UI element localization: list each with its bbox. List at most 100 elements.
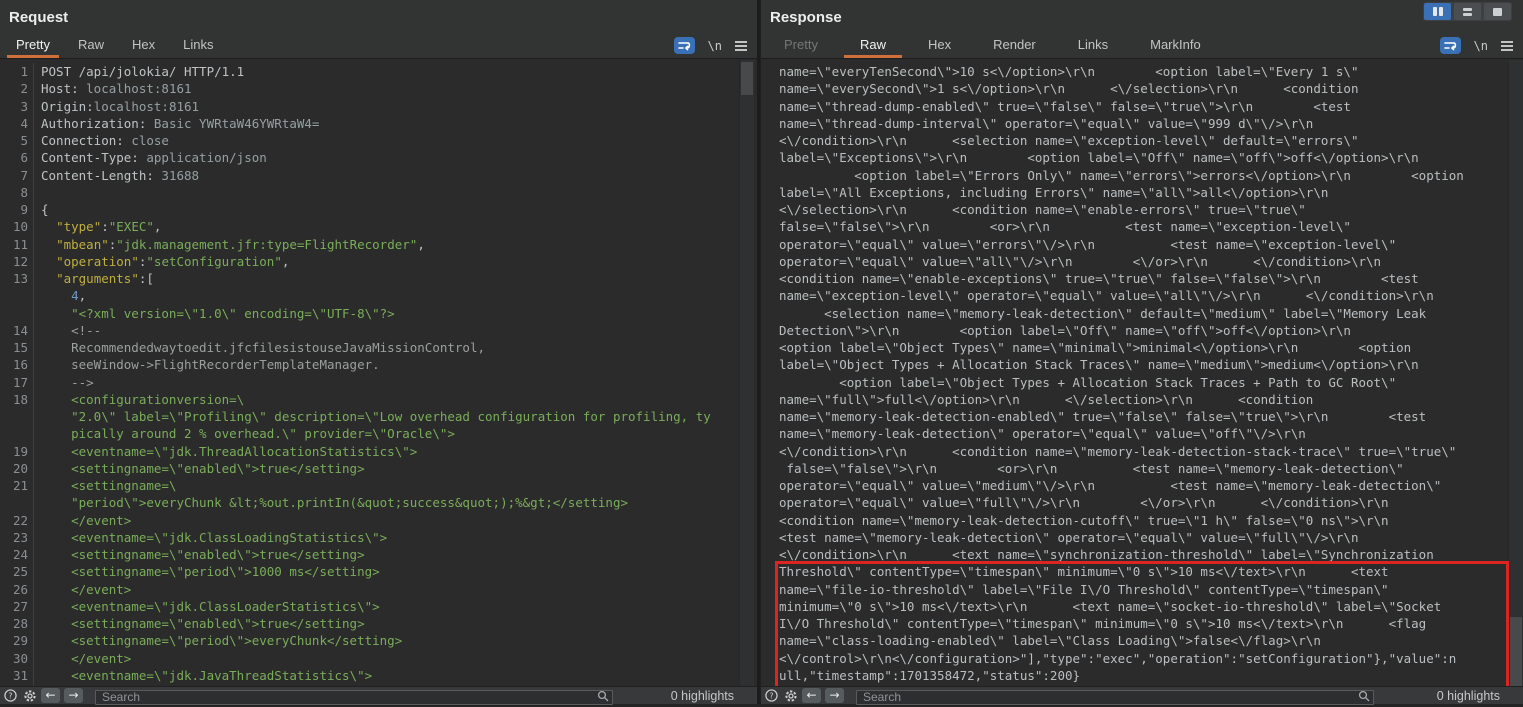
code-line: Detection\">\r\n <option label=\"Off\" n… (761, 322, 1523, 339)
rows-view-button[interactable] (1454, 3, 1481, 20)
newline-chars-toggle[interactable]: \n (1474, 39, 1488, 53)
tab-response-hex[interactable]: Hex (907, 33, 972, 58)
highlights-count: 0 highlights (1437, 689, 1500, 703)
request-scrollbar[interactable] (739, 60, 754, 686)
search-icon[interactable] (597, 689, 609, 707)
code-line: 23 <eventname=\"jdk.ClassLoadingStatisti… (0, 529, 757, 546)
code-line: 19 <eventname=\"jdk.ThreadAllocationStat… (0, 443, 757, 460)
search-icon[interactable] (1358, 689, 1370, 707)
highlights-count: 0 highlights (671, 689, 734, 703)
code-line: Threshold\" contentType=\"timespan\" min… (761, 563, 1523, 580)
code-line: <option label=\"Object Types\" name=\"mi… (761, 339, 1523, 356)
search-prev-button[interactable]: ← (802, 688, 821, 703)
code-line: 20 <settingname=\"enabled\">true</settin… (0, 460, 757, 477)
code-line: operator=\"equal\" value=\"all\"\/>\r\n … (761, 253, 1523, 270)
line-number: 14 (0, 322, 34, 339)
response-panel-title: Response (770, 9, 842, 26)
response-code: name=\"everyTenSecond\">10 s<\/option>\r… (761, 60, 1523, 686)
layout-switcher (1423, 2, 1512, 21)
code-line: 25 <settingname=\"period\">1000 ms</sett… (0, 563, 757, 580)
line-number: 26 (0, 581, 34, 598)
search-next-button[interactable]: → (825, 688, 844, 703)
word-wrap-toggle-button[interactable] (674, 37, 695, 54)
code-line: minimum=\"0 s\">10 ms<\/text>\r\n <text … (761, 598, 1523, 615)
tab-request-raw[interactable]: Raw (64, 33, 118, 58)
code-line: 31 <eventname=\"jdk.JavaThreadStatistics… (0, 667, 757, 684)
tab-response-pretty[interactable]: Pretty (763, 33, 839, 58)
line-number: 9 (0, 201, 34, 218)
line-number: 29 (0, 632, 34, 649)
tab-request-hex[interactable]: Hex (118, 33, 169, 58)
code-line: 7Content-Length: 31688 (0, 167, 757, 184)
response-tabs: Pretty Raw Hex Render Links MarkInfo (763, 33, 1222, 58)
code-line: 11 "mbean":"jdk.management.jfr:type=Flig… (0, 236, 757, 253)
line-number: 22 (0, 512, 34, 529)
code-line: "2.0\" label=\"Profiling\" description=\… (0, 408, 757, 425)
code-line: <option label=\"Errors Only\" name=\"err… (761, 167, 1523, 184)
line-number: 15 (0, 339, 34, 356)
svg-text:?: ? (8, 691, 12, 700)
search-settings-gear-icon[interactable] (22, 688, 37, 703)
line-number: 10 (0, 218, 34, 235)
code-line: 14 <!-- (0, 322, 757, 339)
code-line: <\/condition>\r\n <condition name=\"memo… (761, 443, 1523, 460)
line-number: 1 (0, 63, 34, 80)
request-scrollbar-thumb[interactable] (741, 62, 753, 95)
code-line: pically around 2 % overhead.\" provider=… (0, 425, 757, 442)
line-number: 20 (0, 460, 34, 477)
code-line: 4Authorization: Basic YWRtaW46YWRtaW4= (0, 115, 757, 132)
code-line: <\/condition>\r\n <text name=\"synchroni… (761, 546, 1523, 563)
line-number: 17 (0, 374, 34, 391)
response-scrollbar[interactable] (1508, 60, 1523, 686)
code-line: 28 <settingname=\"enabled\">true</settin… (0, 615, 757, 632)
request-panel-title: Request (9, 9, 68, 26)
line-number (0, 425, 34, 442)
line-number (0, 305, 34, 322)
line-number (0, 494, 34, 511)
code-line: 29 <settingname=\"period\">everyChunk</s… (0, 632, 757, 649)
response-scrollbar-thumb[interactable] (1510, 617, 1522, 689)
code-line: <condition name=\"memory-leak-detection-… (761, 512, 1523, 529)
active-tab-underline (7, 55, 59, 58)
tab-response-raw[interactable]: Raw (839, 33, 907, 58)
line-number: 21 (0, 477, 34, 494)
search-input[interactable] (856, 690, 1374, 705)
code-line: false=\"false\">\r\n <or>\r\n <test name… (761, 218, 1523, 235)
newline-chars-toggle[interactable]: \n (708, 39, 722, 53)
code-line: <\/selection>\r\n <condition name=\"enab… (761, 201, 1523, 218)
line-number: 12 (0, 253, 34, 270)
line-number: 4 (0, 115, 34, 132)
help-icon[interactable]: ? (764, 688, 779, 703)
code-line: <condition name=\"enable-exceptions\" tr… (761, 270, 1523, 287)
tab-response-markinfo[interactable]: MarkInfo (1129, 33, 1222, 58)
search-next-button[interactable]: → (64, 688, 83, 703)
help-icon[interactable]: ? (3, 688, 18, 703)
word-wrap-toggle-button[interactable] (1440, 37, 1461, 54)
editor-menu-icon[interactable] (1501, 39, 1513, 53)
search-settings-gear-icon[interactable] (783, 688, 798, 703)
line-number: 3 (0, 98, 34, 115)
line-number: 30 (0, 650, 34, 667)
code-line: "period\">everyChunk &lt;%out.printIn(&q… (0, 494, 757, 511)
code-line: name=\"exception-level\" operator=\"equa… (761, 287, 1523, 304)
code-line: 15 Recommendedwaytoedit.jfcfilesistouseJ… (0, 339, 757, 356)
code-line: 30 </event> (0, 650, 757, 667)
search-input[interactable] (95, 690, 613, 705)
single-view-button[interactable] (1484, 3, 1511, 20)
response-panel-header: Response Pretty Raw Hex Render Links Mar… (761, 0, 1523, 59)
line-number: 19 (0, 443, 34, 460)
code-line: label=\"All Exceptions, including Errors… (761, 184, 1523, 201)
line-number: 27 (0, 598, 34, 615)
columns-view-button[interactable] (1424, 3, 1451, 20)
tab-request-pretty[interactable]: Pretty (2, 33, 64, 58)
tab-response-links[interactable]: Links (1057, 33, 1129, 58)
line-number: 24 (0, 546, 34, 563)
svg-text:?: ? (769, 691, 773, 700)
editor-menu-icon[interactable] (735, 39, 747, 53)
search-prev-button[interactable]: ← (41, 688, 60, 703)
code-line: <selection name=\"memory-leak-detection\… (761, 305, 1523, 322)
line-number: 7 (0, 167, 34, 184)
code-line: 18 <configurationversion=\ (0, 391, 757, 408)
tab-response-render[interactable]: Render (972, 33, 1057, 58)
tab-request-links[interactable]: Links (169, 33, 227, 58)
